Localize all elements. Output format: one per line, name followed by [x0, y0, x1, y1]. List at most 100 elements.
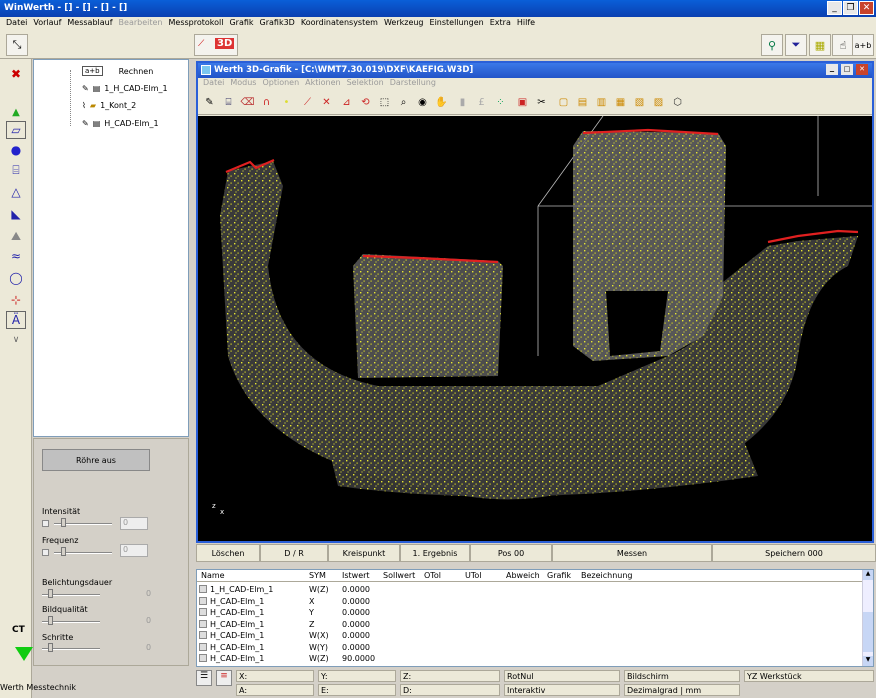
col-header-istwert[interactable]: Istwert: [342, 571, 370, 580]
tree-item-cad-elm[interactable]: ✎ ▤ 1_H_CAD-Elm_1: [82, 84, 168, 93]
list-icon[interactable]: ☰: [196, 670, 212, 686]
distance-tool-icon[interactable]: Ä: [6, 311, 26, 329]
axis-icon[interactable]: ⊿: [338, 94, 355, 111]
points-icon[interactable]: ⁘: [492, 94, 509, 111]
menu-item[interactable]: Werkzeug: [381, 18, 427, 30]
intensity-knob[interactable]: [61, 518, 66, 527]
menu-item[interactable]: Vorlauf: [30, 18, 64, 30]
pos-button[interactable]: Pos 00: [470, 544, 552, 562]
scroll-up-icon[interactable]: ▲: [863, 570, 873, 580]
3d-menu-item[interactable]: Darstellung: [387, 78, 439, 90]
table-row[interactable]: H_CAD-Elm_1 Z 0.0000: [197, 619, 862, 631]
select-icon[interactable]: ⟋: [299, 94, 316, 111]
row-checkbox[interactable]: [199, 642, 207, 651]
steps-knob[interactable]: [48, 643, 53, 652]
view-back-icon[interactable]: ▦: [612, 94, 629, 111]
menu-item[interactable]: Bearbeiten: [116, 18, 166, 30]
3d-viewport[interactable]: z x: [198, 116, 872, 541]
view-side-icon[interactable]: ▥: [593, 94, 610, 111]
scroll-thumb[interactable]: [863, 612, 873, 652]
save-button[interactable]: Speichern 000: [712, 544, 876, 562]
3d-close-icon[interactable]: ✕: [856, 64, 868, 75]
3d-minimize-icon[interactable]: _: [826, 64, 838, 75]
delete-select-icon[interactable]: ✕: [318, 94, 335, 111]
row-checkbox[interactable]: [199, 654, 207, 662]
menu-item[interactable]: Grafik3D: [257, 18, 298, 30]
table-row[interactable]: H_CAD-Elm_1 W(Z) 90.0000: [197, 653, 862, 665]
col-header-utol[interactable]: UTol: [465, 571, 482, 580]
intensity-value[interactable]: 0: [120, 517, 148, 530]
tree-item-h-cad-elm[interactable]: ✎ ▤ H_CAD-Elm_1: [82, 119, 159, 128]
stack-icon[interactable]: ≡: [216, 670, 232, 686]
3d-menu-item[interactable]: Selektion: [344, 78, 387, 90]
ellipse-tool-icon[interactable]: ◯: [6, 269, 26, 287]
grid-icon[interactable]: ▦: [809, 34, 831, 56]
eye-icon[interactable]: ◉: [414, 94, 431, 111]
row-checkbox[interactable]: [199, 619, 207, 628]
col-header-otol[interactable]: OTol: [424, 571, 441, 580]
3d-menu-item[interactable]: Datei: [200, 78, 227, 90]
cylinder-icon[interactable]: ⌸: [220, 94, 237, 111]
point-icon[interactable]: •: [278, 94, 295, 111]
menu-item[interactable]: Einstellungen: [427, 18, 487, 30]
table-row[interactable]: H_CAD-Elm_1 Y 0.0000: [197, 607, 862, 619]
menu-item[interactable]: Koordinatensystem: [298, 18, 381, 30]
3d-menu-item[interactable]: Aktionen: [302, 78, 343, 90]
row-checkbox[interactable]: [199, 631, 207, 639]
profile-tool-icon[interactable]: ⛰: [6, 227, 26, 245]
up-arrow-icon[interactable]: ▲: [6, 103, 26, 121]
exposure-knob[interactable]: [48, 589, 53, 598]
3d-view-button[interactable]: ⟋ 3D: [194, 34, 238, 56]
export-icon[interactable]: ▣: [514, 94, 531, 111]
tree-item-rechnen[interactable]: a+b Rechnen: [82, 66, 153, 76]
3d-menu-item[interactable]: Optionen: [259, 78, 302, 90]
cube-icon[interactable]: ⬡: [669, 94, 686, 111]
table-row[interactable]: H_CAD-Elm_1 W(Y) 0.0000: [197, 642, 862, 654]
view-top-icon[interactable]: ▤: [574, 94, 591, 111]
col-header-grafik[interactable]: Grafik: [547, 571, 571, 580]
view-iso-icon[interactable]: ▧: [631, 94, 648, 111]
col-header-sym[interactable]: SYM: [309, 571, 326, 580]
view-bottom-icon[interactable]: ▨: [650, 94, 667, 111]
first-result-button[interactable]: 1. Ergebnis: [400, 544, 470, 562]
row-checkbox[interactable]: [199, 596, 207, 605]
trash-icon[interactable]: ▮: [454, 94, 471, 111]
down-arrow-icon[interactable]: [15, 647, 33, 661]
image-quality-knob[interactable]: [48, 616, 53, 625]
intersection-tool-icon[interactable]: ⊹: [6, 291, 26, 309]
col-header-abweich[interactable]: Abweich: [506, 571, 540, 580]
probe-icon[interactable]: ⚲: [761, 34, 783, 56]
contour-tool-icon[interactable]: ≈: [6, 247, 26, 265]
hand-icon[interactable]: ☝: [832, 34, 854, 56]
close-icon[interactable]: ✕: [859, 1, 874, 15]
row-checkbox[interactable]: [199, 608, 207, 616]
row-checkbox[interactable]: [199, 585, 207, 593]
draw-icon[interactable]: ✎: [201, 94, 218, 111]
surface-tool-icon[interactable]: ◣: [6, 205, 26, 223]
more-chevron-icon[interactable]: ∨: [6, 331, 26, 349]
col-header-name[interactable]: Name: [201, 571, 225, 580]
menu-item[interactable]: Messablauf: [64, 18, 115, 30]
col-header-sollwert[interactable]: Sollwert: [383, 571, 415, 580]
minimize-icon[interactable]: _: [827, 1, 842, 15]
rotate-icon[interactable]: ⟲: [357, 94, 374, 111]
view-front-icon[interactable]: ▢: [555, 94, 572, 111]
table-row[interactable]: 1_H_CAD-Elm_1 W(Z) 0.0000: [197, 584, 862, 596]
table-scrollbar[interactable]: ▲ ▼: [862, 570, 873, 666]
measure-button[interactable]: Messen: [552, 544, 712, 562]
menu-item[interactable]: Messprotokoll: [166, 18, 227, 30]
frequency-value[interactable]: 0: [120, 544, 148, 557]
scroll-down-icon[interactable]: ▼: [863, 656, 873, 666]
frequency-checkbox[interactable]: [42, 549, 49, 556]
tube-off-button[interactable]: Röhre aus: [42, 449, 150, 471]
3d-menu-item[interactable]: Modus: [227, 78, 259, 90]
tree-item-kont[interactable]: ⌇ ▰ 1_Kont_2: [82, 101, 136, 110]
edit-icon[interactable]: £: [473, 94, 490, 111]
menu-item[interactable]: Hilfe: [514, 18, 538, 30]
zoom-icon[interactable]: ⌕: [395, 94, 412, 111]
calc-button[interactable]: a+b: [852, 34, 874, 56]
dr-button[interactable]: D / R: [260, 544, 328, 562]
cone-tool-icon[interactable]: △: [6, 183, 26, 201]
restore-icon[interactable]: ❐: [843, 1, 858, 15]
col-header-bezeichnung[interactable]: Bezeichnung: [581, 571, 633, 580]
